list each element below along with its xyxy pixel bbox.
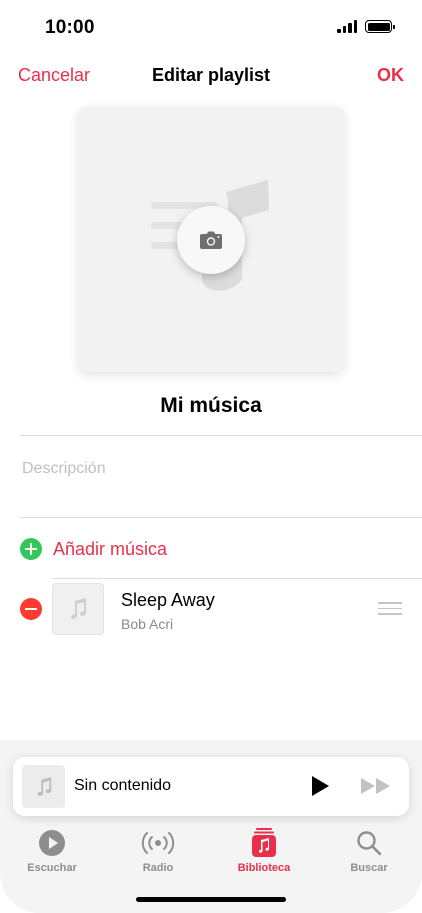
tab-buscar[interactable]: Buscar [329, 828, 409, 874]
reorder-handle-icon[interactable] [378, 602, 402, 619]
remove-song-button[interactable] [20, 598, 42, 620]
music-note-icon [71, 598, 86, 619]
tab-biblioteca[interactable]: Biblioteca [224, 828, 304, 874]
tab-escuchar[interactable]: Escuchar [12, 828, 92, 874]
play-icon [312, 776, 329, 796]
add-music-label: Añadir música [53, 539, 168, 559]
status-icons [337, 20, 395, 33]
divider [52, 578, 422, 579]
tab-label: Buscar [350, 862, 388, 874]
play-button[interactable] [309, 774, 331, 803]
mini-player-artwork [22, 765, 65, 808]
playlist-name-field[interactable]: Mi música [0, 394, 422, 418]
radio-waves-icon [141, 832, 175, 854]
song-artist: Bob Acri [121, 616, 174, 632]
home-indicator [136, 897, 286, 902]
page-title: Editar playlist [151, 65, 271, 85]
cellular-signal-icon [337, 20, 357, 33]
tab-label: Escuchar [27, 862, 77, 874]
description-field[interactable]: Descripción [22, 460, 106, 478]
library-icon [252, 828, 276, 857]
tab-radio[interactable]: Radio [118, 828, 198, 874]
add-circle-icon [20, 538, 42, 560]
music-note-icon [37, 776, 51, 796]
divider [20, 435, 422, 436]
change-artwork-button[interactable] [177, 206, 245, 274]
search-icon [357, 831, 382, 856]
mini-player[interactable]: Sin contenido [13, 757, 409, 816]
add-music-button[interactable]: Añadir música [0, 530, 422, 570]
nav-bar: Cancelar Editar playlist OK [0, 54, 422, 96]
song-artwork [52, 583, 104, 635]
tab-label: Radio [142, 862, 174, 874]
tab-label: Biblioteca [237, 862, 291, 874]
battery-icon [365, 20, 395, 33]
ok-button[interactable]: OK [377, 65, 404, 86]
song-row: Sleep Away Bob Acri [0, 580, 422, 638]
status-time: 10:00 [45, 17, 95, 38]
status-bar: 10:00 [0, 0, 422, 54]
divider [20, 517, 422, 518]
song-title: Sleep Away [121, 590, 215, 610]
camera-icon [200, 231, 222, 249]
mini-player-title: Sin contenido [74, 777, 171, 794]
play-circle-icon [39, 830, 65, 856]
fast-forward-icon [361, 778, 390, 794]
fast-forward-button[interactable] [360, 776, 392, 801]
